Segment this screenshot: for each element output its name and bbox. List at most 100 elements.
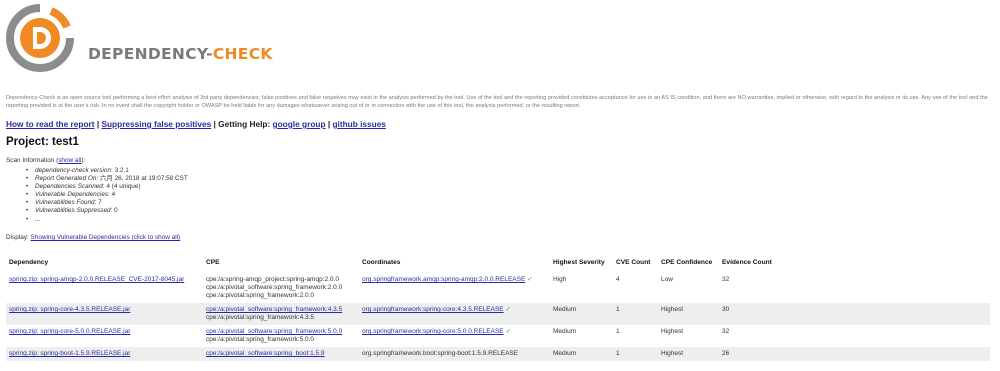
stat-vulnerabilities-found: Vulnerabilities Found: 7 <box>26 199 188 207</box>
stat-value: : 4 (4 unique) <box>102 183 141 191</box>
severity-cell: High <box>553 276 567 283</box>
stat-label: ... <box>35 215 41 223</box>
stat-label: dependency-check version <box>35 167 112 174</box>
checkmark-icon: ✓ <box>505 328 512 335</box>
cpe-entry: cpe:/a:pivotal_software:spring_framework… <box>206 328 356 336</box>
coordinates-link[interactable]: org.springframework.amqp:spring-amqp:2.0… <box>362 276 525 283</box>
cve-count-cell: 1 <box>613 347 658 361</box>
severity-cell: Medium <box>550 347 613 361</box>
getting-help-label: | Getting Help: <box>211 119 273 129</box>
column-header[interactable]: Evidence Count <box>719 252 990 273</box>
how-to-read-link[interactable]: How to read the report <box>6 119 95 129</box>
cpe-confidence-cell: Highest <box>658 347 719 361</box>
evidence-count-cell: 26 <box>719 347 990 361</box>
brand-title: DEPENDENCY-CHECK <box>88 45 273 63</box>
dependency-cell: spring.zip: spring-core-4.3.5.RELEASE.ja… <box>6 303 203 325</box>
coordinates-link[interactable]: org.springframework:spring-core:4.3.5.RE… <box>362 306 504 313</box>
column-header[interactable]: CPE Confidence <box>658 252 719 273</box>
dependency-link[interactable]: spring.zip: spring-amqp-2.0.0.RELEASE_CV… <box>9 276 184 283</box>
evidence-count-cell: 30 <box>719 303 990 325</box>
scan-information-close: ): <box>81 157 86 164</box>
table-header-row: Dependency CPE Coordinates Highest Sever… <box>6 252 990 273</box>
column-header[interactable]: CVE Count <box>613 252 658 273</box>
cve-count-cell: 4 <box>616 276 620 283</box>
stat-label: Vulnerabilities Found <box>35 199 95 207</box>
github-issues-link[interactable]: github issues <box>332 119 385 129</box>
coordinates-cell: org.springframework.boot:spring-boot:1.5… <box>359 347 550 361</box>
display-label: Display: <box>6 234 31 241</box>
cpe-cell: cpe:/a:spring-amqp_project:spring-amqp:2… <box>203 273 359 304</box>
table-row: spring.zip: spring-amqp-2.0.0.RELEASE_CV… <box>6 273 990 304</box>
stat-value: : 7 <box>94 199 102 207</box>
stat-label: Vulnerabilities Suppressed <box>35 207 111 215</box>
cpe-entry: cpe:/a:pivotal_software:spring_framework… <box>206 306 356 314</box>
toggle-vulnerable-link[interactable]: Showing Vulnerable Dependencies (click t… <box>31 234 181 241</box>
table-row: spring.zip: spring-core-4.3.5.RELEASE.ja… <box>6 303 990 325</box>
cpe-cell: cpe:/a:pivotal_software:spring_framework… <box>203 325 359 347</box>
cpe-entry: cpe:/a:pivotal:spring_framework:2.0.0 <box>206 292 315 299</box>
checkmark-icon: ✓ <box>527 276 533 283</box>
cpe-link[interactable]: cpe:/a:pivotal_software:spring_framework… <box>206 328 342 335</box>
cpe-confidence-cell: Highest <box>658 303 719 325</box>
brand-part1: DEPENDENCY- <box>88 45 213 63</box>
cpe-entry: cpe:/a:pivotal:spring_framework:5.0.0 <box>206 336 315 343</box>
stat-more: ... <box>26 216 188 224</box>
cpe-confidence-cell: Low <box>661 276 673 283</box>
dependency-check-logo <box>6 4 74 72</box>
coordinates-cell: org.springframework.amqp:spring-amqp:2.0… <box>359 273 550 304</box>
dependency-link[interactable]: spring.zip: spring-core-4.3.5.RELEASE.ja… <box>9 306 130 313</box>
evidence-count-cell: 32 <box>722 328 730 335</box>
severity-cell: Medium <box>553 328 577 335</box>
cpe-entry: cpe:/a:pivotal:spring_framework:4.3.5 <box>206 314 315 321</box>
column-header[interactable]: Dependency <box>6 252 203 273</box>
cpe-entry: cpe:/a:pivotal_software:spring_boot:1.5.… <box>206 350 356 358</box>
severity-cell: Medium <box>550 303 613 325</box>
coordinates-cell: org.springframework:spring-core:5.0.0.RE… <box>359 325 550 347</box>
stat-label: Dependencies Scanned <box>35 183 103 191</box>
column-header[interactable]: Coordinates <box>359 252 550 273</box>
evidence-count-cell: 32 <box>722 276 730 283</box>
stat-value: : 六月 26, 2018 at 19:07:58 CST <box>96 175 188 183</box>
cpe-cell: cpe:/a:pivotal_software:spring_framework… <box>203 303 359 325</box>
stat-version: dependency-check version: 3.2.1 <box>26 167 188 175</box>
scan-stats-list: dependency-check version: 3.2.1 Report G… <box>26 167 188 224</box>
dependency-cell: spring.zip: spring-boot-1.5.9.RELEASE.ja… <box>6 347 203 361</box>
dependencies-table: Dependency CPE Coordinates Highest Sever… <box>6 252 990 361</box>
cpe-entry: cpe:/a:pivotal_software:spring_framework… <box>206 284 343 291</box>
brand-part2: CHECK <box>212 45 273 63</box>
cpe-cell: cpe:/a:pivotal_software:spring_boot:1.5.… <box>203 347 359 361</box>
checkmark-icon: ✓ <box>505 306 512 313</box>
google-group-link[interactable]: google group <box>273 119 326 129</box>
stat-value: : 0 <box>110 207 118 215</box>
cve-count-cell: 1 <box>613 303 658 325</box>
dependency-link[interactable]: spring.zip: spring-core-5.0.0.RELEASE.ja… <box>9 328 130 335</box>
stat-value: : 3.2.1 <box>111 167 129 174</box>
disclaimer-text: Dependency-Check is an open source tool … <box>6 95 988 109</box>
stat-vulnerabilities-suppressed: Vulnerabilities Suppressed: 0 <box>26 207 188 215</box>
project-title: Project: test1 <box>6 136 79 148</box>
dependency-link[interactable]: spring.zip: spring-boot-1.5.9.RELEASE.ja… <box>9 350 130 357</box>
help-links-bar: How to read the report | Suppressing fal… <box>6 119 386 129</box>
column-header[interactable]: CPE <box>203 252 359 273</box>
cpe-link[interactable]: cpe:/a:pivotal_software:spring_boot:1.5.… <box>206 350 325 357</box>
stat-label: Vulnerable Dependencies <box>35 191 109 199</box>
dependency-cell: spring.zip: spring-core-5.0.0.RELEASE.ja… <box>6 325 203 347</box>
dependency-cell: spring.zip: spring-amqp-2.0.0.RELEASE_CV… <box>6 273 203 304</box>
suppressing-false-positives-link[interactable]: Suppressing false positives <box>101 119 211 129</box>
stat-label: Report Generated On <box>35 175 97 183</box>
scan-information-heading: Scan Information (show all): <box>6 157 85 164</box>
table-row: spring.zip: spring-boot-1.5.9.RELEASE.ja… <box>6 347 990 361</box>
cpe-link[interactable]: cpe:/a:pivotal_software:spring_framework… <box>206 306 342 313</box>
table-row: spring.zip: spring-core-5.0.0.RELEASE.ja… <box>6 325 990 347</box>
column-header[interactable]: Highest Severity <box>550 252 613 273</box>
scan-information-label: Scan Information ( <box>6 157 59 164</box>
stat-report-generated: Report Generated On: 六月 26, 2018 at 19:0… <box>26 175 188 183</box>
show-all-link[interactable]: show all <box>58 157 81 164</box>
stat-dependencies-scanned: Dependencies Scanned: 4 (4 unique) <box>26 183 188 191</box>
cpe-confidence-cell: Highest <box>661 328 684 335</box>
coordinates-link[interactable]: org.springframework:spring-core:5.0.0.RE… <box>362 328 504 335</box>
stat-vulnerable-dependencies: Vulnerable Dependencies: 4 <box>26 191 188 199</box>
display-filter: Display: Showing Vulnerable Dependencies… <box>6 234 180 241</box>
coordinates-cell: org.springframework:spring-core:4.3.5.RE… <box>359 303 550 325</box>
cpe-entry: cpe:/a:spring-amqp_project:spring-amqp:2… <box>206 276 339 283</box>
